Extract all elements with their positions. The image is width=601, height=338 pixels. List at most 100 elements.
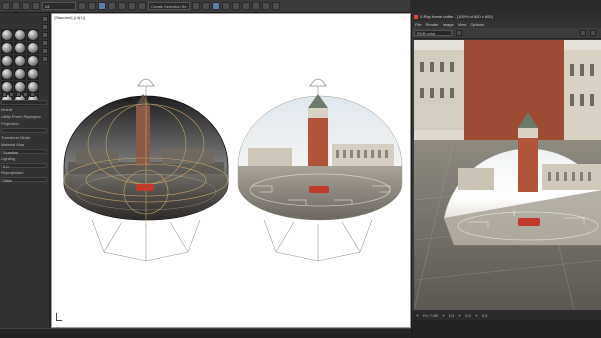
perspective-viewport[interactable]: [Standard] [Lit(1)] — [51, 13, 411, 328]
material-sample-slot[interactable] — [27, 29, 39, 41]
material-editor-icon[interactable] — [241, 2, 250, 10]
material-sample-grid — [1, 29, 41, 106]
named-selection-dropdown[interactable]: Create Selection Se — [148, 2, 190, 10]
selection-filter-dropdown[interactable]: All — [42, 2, 76, 10]
render-window-title-text: V-Ray frame buffer - [100% of 600 x 600] — [420, 14, 493, 19]
window-crossing-icon[interactable] — [108, 2, 116, 10]
light-gizmo-icon[interactable] — [137, 78, 155, 87]
material-sample-slot[interactable] — [14, 55, 26, 67]
panel-label: Utility Prmtv Reproject — [1, 114, 41, 119]
light-gizmo-icon[interactable] — [309, 78, 327, 87]
viewport-scene — [63, 78, 403, 262]
car-reflection — [518, 218, 540, 226]
render-window-toolbar: RGB color — [412, 28, 601, 39]
sample-type-icon[interactable] — [42, 16, 48, 22]
render-window-footer — [412, 320, 601, 338]
menu-file[interactable]: File — [415, 21, 421, 28]
render-setup-icon[interactable] — [251, 2, 260, 10]
track-mouse-icon[interactable] — [440, 312, 446, 318]
select-object-icon[interactable] — [78, 2, 86, 10]
video-check-icon[interactable] — [42, 48, 48, 54]
channel-red-icon[interactable] — [456, 30, 462, 36]
app-icon — [414, 15, 418, 19]
material-sample-slot[interactable] — [27, 68, 39, 80]
link-icon[interactable] — [22, 2, 30, 10]
dome-projector-left[interactable] — [63, 78, 229, 262]
timeline-strip[interactable] — [0, 328, 411, 338]
put-to-scene-icon[interactable] — [9, 92, 14, 97]
rendered-piazza — [414, 40, 601, 310]
display-channel-dropdown[interactable]: RGB color — [414, 30, 452, 36]
rendered-image[interactable] — [414, 40, 601, 310]
uv-tiling-icon[interactable] — [42, 40, 48, 46]
offset-field[interactable]: 0.0 — [1, 163, 47, 169]
status-value-1: 1/1 — [448, 312, 455, 318]
status-icon[interactable] — [415, 312, 420, 318]
status-value-2: 0.0 — [465, 312, 471, 318]
bell-tower — [136, 106, 150, 166]
material-sample-slot[interactable] — [1, 68, 13, 80]
render-type-field[interactable]: Scanline — [1, 149, 47, 155]
panel-label: Transform Mode — [1, 135, 31, 140]
backlight-icon[interactable] — [42, 24, 48, 30]
menu-image[interactable]: Image — [443, 21, 454, 28]
material-sample-slot[interactable] — [14, 68, 26, 80]
render-type-value: Scanline — [3, 150, 19, 155]
zoom-icon[interactable] — [473, 312, 479, 318]
menu-options[interactable]: Options — [470, 21, 484, 28]
material-sample-slot[interactable] — [14, 29, 26, 41]
align-icon[interactable] — [201, 2, 210, 10]
render-frame-icon[interactable] — [261, 2, 270, 10]
render-status-bar: Fri, 7:55 1/1 0.0 0.0 — [412, 310, 601, 320]
save-image-icon[interactable] — [580, 30, 586, 36]
car-model[interactable] — [136, 184, 154, 191]
sample-icon[interactable] — [457, 312, 463, 318]
material-sample-slot[interactable] — [27, 42, 39, 54]
material-name-field[interactable] — [1, 100, 47, 105]
layer-manager-icon[interactable] — [211, 2, 220, 10]
status-value-3: 0.0 — [481, 312, 488, 318]
material-sample-slot[interactable] — [1, 29, 13, 41]
mode-field[interactable]: Stick — [1, 177, 47, 183]
rect-selection-icon[interactable] — [98, 2, 106, 10]
mode-value: Stick — [3, 178, 12, 183]
material-sample-slot[interactable] — [1, 42, 13, 54]
axis-tripod-icon — [56, 313, 62, 321]
assign-material-icon[interactable] — [16, 92, 21, 97]
main-toolbar: All Create Selection Se — [0, 0, 410, 13]
mirror-icon[interactable] — [191, 2, 200, 10]
render-window-title: V-Ray frame buffer - [100% of 600 x 600] — [412, 13, 601, 21]
material-sample-slot[interactable] — [14, 42, 26, 54]
clear-image-icon[interactable] — [590, 30, 596, 36]
rotate-icon[interactable] — [128, 2, 136, 10]
dome-projector-right[interactable] — [237, 78, 403, 262]
render-icon[interactable] — [271, 2, 280, 10]
options-icon[interactable] — [42, 56, 48, 62]
render-window-menu: File Render Image View Options — [412, 21, 601, 28]
menu-render[interactable]: Render — [425, 21, 438, 28]
panel-label: Material Map — [1, 142, 25, 147]
material-sample-slot[interactable] — [27, 55, 39, 67]
background-icon[interactable] — [42, 32, 48, 38]
show-map-icon[interactable] — [30, 92, 35, 97]
scale-icon[interactable] — [138, 2, 146, 10]
move-icon[interactable] — [118, 2, 126, 10]
redo-icon[interactable] — [12, 2, 20, 10]
car-model[interactable] — [309, 186, 329, 193]
schematic-view-icon[interactable] — [231, 2, 240, 10]
panel-label: Inherit — [1, 107, 13, 112]
select-by-name-icon[interactable] — [88, 2, 96, 10]
curve-editor-icon[interactable] — [221, 2, 230, 10]
wire-cage — [263, 219, 373, 262]
projection-field[interactable] — [1, 128, 47, 133]
unlink-icon[interactable] — [32, 2, 40, 10]
panel-label: Lighting — [1, 156, 16, 161]
panel-label: Projection — [1, 121, 19, 126]
offset-value: 0.0 — [3, 164, 9, 169]
material-editor-panel: Inherit Utility Prmtv Reproject Projecti… — [0, 13, 50, 338]
reset-map-icon[interactable] — [23, 92, 28, 97]
undo-icon[interactable] — [2, 2, 10, 10]
material-sample-slot[interactable] — [1, 55, 13, 67]
get-material-icon[interactable] — [2, 92, 7, 97]
menu-view[interactable]: View — [458, 21, 467, 28]
